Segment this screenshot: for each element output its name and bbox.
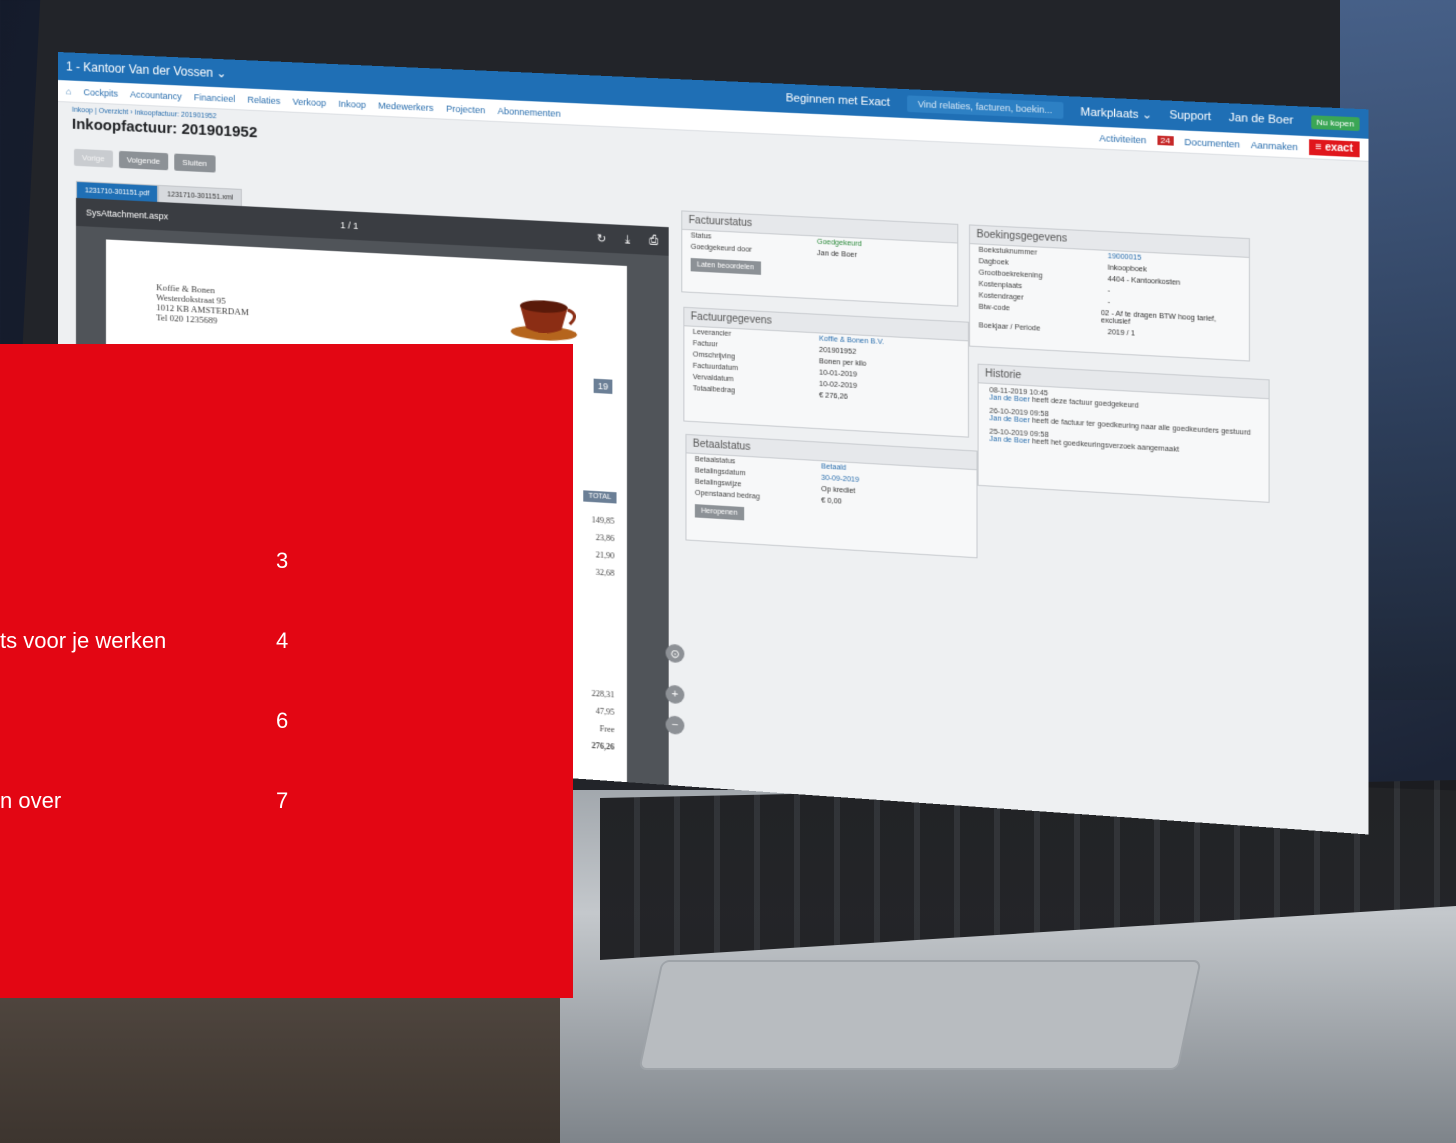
history-user-link[interactable]: Jan de Boer [989, 436, 1029, 446]
toc-page-number: 6 [276, 708, 289, 733]
top-link-user[interactable]: Jan de Boer [1229, 112, 1294, 127]
line-total: 21,90 [595, 550, 615, 561]
supplier-address: Koffie & Bonen Westerdokstraat 95 1012 K… [156, 282, 249, 327]
field-value: - [1107, 298, 1111, 307]
nav-item-abonnementen[interactable]: Abonnementen [497, 105, 560, 118]
field-value: Goedgekeurd [816, 238, 862, 249]
status-badge[interactable]: Nu kopen [1310, 114, 1360, 131]
toc-card: 3 ts voor je werken 4 6 n over 7 [0, 344, 573, 998]
total-column-header: TOTAL [583, 490, 617, 504]
close-button[interactable]: Sluiten [174, 153, 216, 173]
line-total: 32,68 [595, 567, 615, 578]
history-user-link[interactable]: Jan de Boer [989, 394, 1029, 403]
top-link-start[interactable]: Beginnen met Exact [786, 92, 890, 109]
documents-link[interactable]: Documenten [1184, 136, 1240, 149]
print-icon[interactable]: ⎙ [649, 234, 658, 248]
field-value: Inkoopboek [1107, 264, 1147, 274]
nav-item-medewerkers[interactable]: Medewerkers [378, 100, 433, 113]
field-value: Op krediet [821, 485, 856, 496]
fit-page-icon[interactable]: ⊙ [665, 643, 685, 664]
panel-factuurgegevens: Factuurgegevens Leverancier Koffie & Bone… [683, 306, 969, 438]
field-value: 10-01-2019 [819, 369, 857, 379]
nav-item-inkoop[interactable]: Inkoop [338, 98, 366, 109]
toc-item-label: n over [0, 788, 62, 813]
toc-item[interactable]: n over 7 [0, 788, 300, 818]
line-total: 23,86 [595, 532, 615, 544]
viewer-filename: SysAttachment.aspx [85, 207, 169, 222]
field-value: Jan de Boer [816, 249, 857, 260]
top-link-support[interactable]: Support [1169, 109, 1211, 123]
panel-boekingsgegevens: Boekingsgegevens Boekstuknummer 19000015 … [968, 224, 1250, 362]
invoice-year-box: 19 [593, 378, 613, 394]
panel-betaalstatus: Betaalstatus Betaalstatus Betaald Betalin… [685, 433, 978, 559]
toc-item[interactable]: ts voor je werken 4 [0, 628, 300, 658]
panel-historie: Historie 08-11-2019 10:45 Jan de Boer he… [977, 363, 1270, 503]
top-link-marketplace[interactable]: Markplaats ⌄ [1080, 105, 1151, 122]
panel-factuurstatus: Factuurstatus Status Goedgekeurd Goedgeke… [681, 210, 959, 307]
request-review-button[interactable]: Laten beoordelen [690, 257, 761, 275]
invoice-line-totals: 149,85 23,86 21,90 32,68 [592, 511, 615, 582]
zoom-in-icon[interactable]: + [665, 684, 685, 705]
subtotal: 228,31 [591, 688, 615, 700]
nav-item-projecten[interactable]: Projecten [446, 103, 485, 115]
toc-item[interactable]: 6 [0, 708, 300, 738]
exact-logo[interactable]: ≡ exact [1308, 139, 1360, 158]
field-value[interactable]: Betaald [821, 463, 846, 472]
field-value: Bonen per kilo [819, 358, 867, 368]
laptop-trackpad [638, 960, 1202, 1070]
nav-item-cockpits[interactable]: Cockpits [83, 87, 118, 99]
grand-total: 276,26 [591, 740, 615, 752]
nav-item-accountancy[interactable]: Accountancy [130, 89, 182, 101]
toc-item-label: ts voor je werken [0, 628, 167, 653]
coffee-cup-logo [510, 299, 580, 342]
field-value: 10-02-2019 [819, 380, 857, 391]
reopen-button[interactable]: Heropenen [694, 504, 744, 521]
invoice-summary: 228,31 47,95 Free 276,26 [592, 685, 615, 756]
field-value[interactable]: 19000015 [1108, 253, 1142, 262]
download-icon[interactable]: ⤓ [625, 233, 630, 247]
toc-page-number: 3 [276, 548, 289, 573]
next-button[interactable]: Volgende [118, 150, 169, 171]
home-icon[interactable]: ⌂ [66, 86, 71, 96]
nav-item-relaties[interactable]: Relaties [247, 94, 280, 106]
zoom-out-icon[interactable]: − [665, 715, 685, 735]
toc-page-number: 4 [276, 628, 289, 653]
toc-item[interactable]: 3 [0, 548, 300, 578]
field-value: 201901952 [819, 346, 857, 357]
toc-page-number: 7 [276, 788, 289, 813]
viewer-tools: ↻ ⤓ ⎙ [597, 231, 658, 247]
vat: 47,95 [595, 706, 615, 717]
viewer-page-indicator: 1 / 1 [340, 220, 359, 232]
field-value[interactable]: 30-09-2019 [821, 475, 859, 484]
activities-count: 24 [1157, 135, 1174, 146]
line-total: 149,85 [591, 515, 615, 526]
previous-button[interactable]: Vorige [73, 148, 113, 168]
create-link[interactable]: Aanmaken [1251, 139, 1298, 152]
rotate-icon[interactable]: ↻ [597, 231, 607, 245]
history-user-link[interactable]: Jan de Boer [989, 415, 1029, 425]
nav-item-verkoop[interactable]: Verkoop [293, 96, 327, 108]
field-value: € 276,26 [819, 392, 848, 401]
field-value: € 0,00 [821, 497, 842, 506]
activities-link[interactable]: Activiteiten [1099, 132, 1146, 145]
field-value: - [1107, 287, 1111, 295]
field-value: 2019 / 1 [1107, 328, 1136, 338]
shipping: Free [599, 724, 615, 735]
nav-item-financieel[interactable]: Financieel [194, 92, 235, 104]
search-input[interactable]: Vind relaties, facturen, boekin... [906, 95, 1064, 119]
